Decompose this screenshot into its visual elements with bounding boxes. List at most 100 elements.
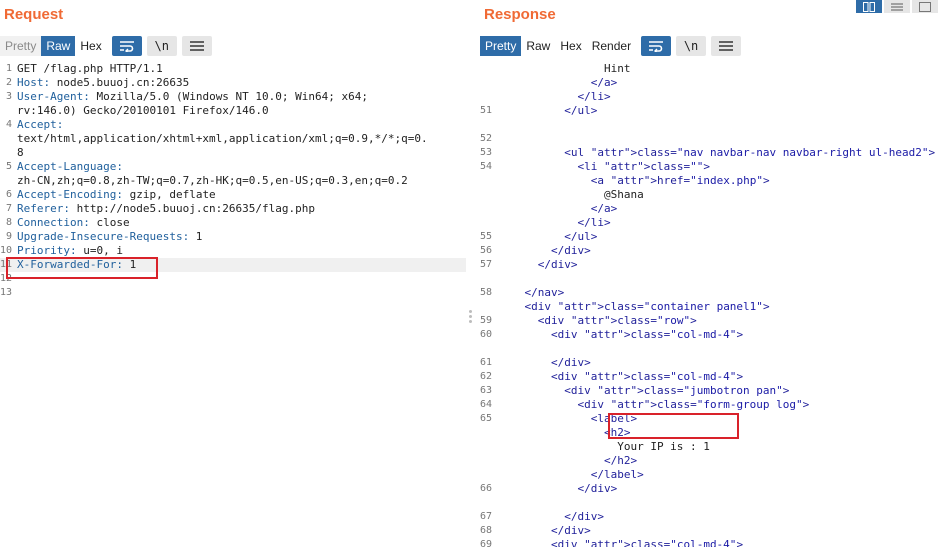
response-line: 66 </div> <box>476 482 938 496</box>
line-content: </div> <box>498 524 591 537</box>
line-content: </div> <box>498 244 591 257</box>
response-line: 53 <ul "attr">class="nav navbar-nav navb… <box>476 146 938 160</box>
line-number: 64 <box>479 399 492 410</box>
layout-tabs-button[interactable] <box>912 0 938 13</box>
hamburger-menu-icon <box>719 41 734 51</box>
request-menu-button[interactable] <box>181 36 212 56</box>
response-line: 58 </nav> <box>476 286 938 300</box>
line-content: <div "attr">class="jumbotron pan"> <box>498 384 790 397</box>
layout-stacked-button[interactable] <box>884 0 910 13</box>
request-line: 1 GET /flag.php HTTP/1.1 <box>0 62 466 76</box>
rows-icon <box>891 2 903 11</box>
line-number: 7 <box>5 203 12 214</box>
line-content: Priority: u=0, i <box>17 244 123 258</box>
request-line: 3 User-Agent: Mozilla/5.0 (Windows NT 10.… <box>0 90 466 104</box>
line-content: </div> <box>498 356 591 369</box>
header-value: 1 <box>122 258 137 271</box>
layout-toggle <box>854 0 938 13</box>
panel-splitter[interactable] <box>466 0 476 547</box>
header-name: Accept-Language: <box>17 160 123 173</box>
response-line: 56 </div> <box>476 244 938 258</box>
line-content: </li> <box>498 90 611 103</box>
response-line: </li> <box>476 216 938 230</box>
wrap-lines-icon <box>119 41 134 52</box>
line-content: Hint <box>498 62 631 75</box>
request-show-newlines-button[interactable]: \n <box>146 36 177 56</box>
response-line: Hint <box>476 62 938 76</box>
line-content: text/html,application/xhtml+xml,applicat… <box>17 132 428 146</box>
response-line: <a "attr">href="index.php"> <box>476 174 938 188</box>
response-editor[interactable]: Hint </a> </li> 51 </ul> 52 53 <ul "attr">c… <box>476 62 938 547</box>
header-name: Upgrade-Insecure-Requests: <box>17 230 190 243</box>
line-content: Accept-Encoding: gzip, deflate <box>17 188 216 202</box>
line-content: <div "attr">class="col-md-4"> <box>498 328 744 341</box>
response-line: </h2> <box>476 454 938 468</box>
line-content: Connection: close <box>17 216 130 230</box>
header-value: gzip, deflate <box>122 188 216 201</box>
response-line: </li> <box>476 90 938 104</box>
line-content: <div "attr">class="row"> <box>498 314 697 327</box>
line-content: </a> <box>498 76 618 89</box>
line-number: 5 <box>5 161 12 172</box>
request-wrap-lines-button[interactable] <box>111 36 142 56</box>
response-line: 57 </div> <box>476 258 938 272</box>
response-tab-render[interactable]: Render <box>587 36 636 56</box>
response-line <box>476 496 938 510</box>
header-name: Accept-Encoding: <box>17 188 123 201</box>
splitter-grip-icon <box>469 310 472 325</box>
line-number: 4 <box>5 119 12 130</box>
line-number: 67 <box>479 511 492 522</box>
response-show-newlines-button[interactable]: \n <box>676 36 707 56</box>
response-tab-pretty[interactable]: Pretty <box>480 36 522 56</box>
line-number: 59 <box>479 315 492 326</box>
response-line: 65 <label> <box>476 412 938 426</box>
header-value: 8 <box>17 146 24 159</box>
line-number: 68 <box>479 525 492 536</box>
line-number: 63 <box>479 385 492 396</box>
header-value: Mozilla/5.0 (Windows NT 10.0; Win64; x64… <box>89 90 369 103</box>
request-tab-raw[interactable]: Raw <box>41 36 76 56</box>
request-line: 2 Host: node5.buuoj.cn:26635 <box>0 76 466 90</box>
request-tab-hex[interactable]: Hex <box>75 36 106 56</box>
response-line: 52 <box>476 132 938 146</box>
response-line: 54 <li "attr">class=""> <box>476 160 938 174</box>
request-editor[interactable]: 1 GET /flag.php HTTP/1.1 2 Host: node5.buuo… <box>0 62 466 547</box>
line-content: </div> <box>498 258 578 271</box>
response-wrap-lines-button[interactable] <box>641 36 672 56</box>
request-line: text/html,application/xhtml+xml,applicat… <box>0 132 466 146</box>
request-line: 7 Referer: http://node5.buuoj.cn:26635/fl… <box>0 202 466 216</box>
response-menu-button[interactable] <box>711 36 742 56</box>
line-content: </div> <box>498 510 604 523</box>
line-content: Referer: http://node5.buuoj.cn:26635/fla… <box>17 202 315 216</box>
line-number: 9 <box>5 231 12 242</box>
response-line: 60 <div "attr">class="col-md-4"> <box>476 328 938 342</box>
response-line: 59 <div "attr">class="row"> <box>476 314 938 328</box>
wrap-lines-icon <box>649 41 664 52</box>
response-line: 62 <div "attr">class="col-md-4"> <box>476 370 938 384</box>
line-number: 3 <box>5 91 12 102</box>
response-view-tabs: Pretty Raw Hex Render \n <box>480 35 742 57</box>
line-number: 13 <box>0 287 13 298</box>
response-line: 55 </ul> <box>476 230 938 244</box>
request-line: 11 X-Forwarded-For: 1 <box>0 258 466 272</box>
header-name: Accept: <box>17 118 64 131</box>
request-line: 10 Priority: u=0, i <box>0 244 466 258</box>
request-line: 8 <box>0 146 466 160</box>
request-line: 13 <box>0 286 466 300</box>
line-content: <label> <box>498 412 638 425</box>
response-line: <h2> <box>476 426 938 440</box>
response-line <box>476 342 938 356</box>
line-content: Accept: <box>17 118 63 132</box>
request-view-tabs: Pretty Raw Hex \n <box>0 35 212 57</box>
request-tab-pretty[interactable]: Pretty <box>0 36 42 56</box>
line-number: 6 <box>5 189 12 200</box>
columns-icon <box>863 1 875 12</box>
layout-side-by-side-button[interactable] <box>856 0 882 13</box>
line-content: <li "attr">class=""> <box>498 160 710 173</box>
response-line: <div "attr">class="container panel1"> <box>476 300 938 314</box>
line-content: </ul> <box>498 104 598 117</box>
response-tab-raw[interactable]: Raw <box>521 36 555 56</box>
line-number: 11 <box>0 259 13 270</box>
response-tab-hex[interactable]: Hex <box>555 36 586 56</box>
line-number: 53 <box>479 147 492 158</box>
